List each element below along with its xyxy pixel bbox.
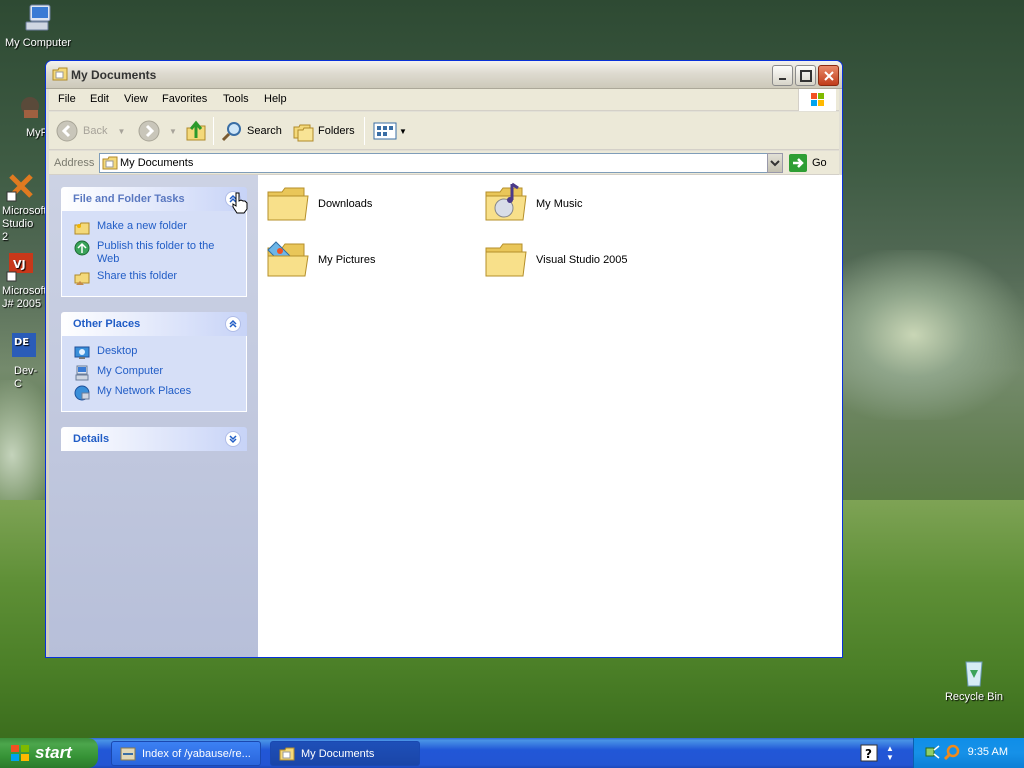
tray-expand-icon[interactable]: ▲ ▼ bbox=[886, 744, 894, 762]
folder-item-visual-studio-2005[interactable]: Visual Studio 2005 bbox=[482, 235, 692, 285]
views-button[interactable]: ▼ bbox=[373, 120, 407, 142]
other-places-header[interactable]: Other Places bbox=[61, 312, 247, 336]
back-arrow-icon bbox=[56, 120, 78, 142]
desktop-icon bbox=[74, 345, 90, 361]
system-tray: 9:35 AM bbox=[913, 738, 1024, 768]
svg-text:DE: DE bbox=[14, 337, 29, 348]
folder-item-my-music[interactable]: My Music bbox=[482, 179, 692, 229]
music-folder-icon bbox=[485, 182, 527, 221]
svg-text:?: ? bbox=[865, 747, 872, 761]
pictures-folder-icon bbox=[267, 241, 309, 277]
new-folder-icon bbox=[74, 220, 90, 236]
folder-item-my-pictures[interactable]: My Pictures bbox=[264, 235, 474, 285]
folder-content: Downloads My Music My Pictures Visual St… bbox=[258, 175, 842, 657]
hand-cursor-icon bbox=[231, 192, 249, 217]
folder-up-icon bbox=[186, 120, 206, 141]
up-button[interactable] bbox=[185, 120, 207, 142]
menu-view[interactable]: View bbox=[124, 93, 148, 105]
share-folder-icon bbox=[74, 270, 90, 286]
back-button[interactable]: Back ▼ bbox=[55, 120, 125, 142]
views-icon bbox=[373, 122, 397, 140]
address-input[interactable]: My Documents bbox=[99, 153, 782, 173]
folders-button[interactable]: Folders bbox=[292, 120, 355, 142]
folder-item-downloads[interactable]: Downloads bbox=[264, 179, 474, 229]
file-folder-tasks-body: Make a new folder Publish this folder to… bbox=[61, 211, 247, 297]
my-network-places-link[interactable]: My Network Places bbox=[74, 385, 246, 401]
folder-icon bbox=[485, 243, 527, 277]
toolbar-separator bbox=[213, 117, 214, 145]
toolbar-separator bbox=[364, 117, 365, 145]
folders-icon bbox=[293, 124, 314, 142]
menu-edit[interactable]: Edit bbox=[90, 93, 109, 105]
help-question-icon[interactable]: ? bbox=[860, 744, 878, 765]
window-title: My Documents bbox=[71, 68, 157, 82]
browser-icon bbox=[120, 746, 136, 762]
close-button[interactable] bbox=[818, 65, 839, 86]
network-tray-icon[interactable] bbox=[924, 744, 940, 763]
start-button[interactable]: start bbox=[0, 738, 98, 768]
menu-tools[interactable]: Tools bbox=[223, 93, 249, 105]
chevron-down-icon bbox=[770, 160, 780, 167]
file-folder-tasks-panel: File and Folder Tasks Make a new folder … bbox=[61, 187, 247, 297]
folder-documents-icon bbox=[102, 156, 118, 170]
menu-favorites[interactable]: Favorites bbox=[162, 93, 207, 105]
clock[interactable]: 9:35 AM bbox=[968, 746, 1008, 758]
wallpaper-sky-glow bbox=[840, 250, 1024, 420]
forward-arrow-icon bbox=[138, 120, 160, 142]
minimize-button[interactable] bbox=[772, 65, 793, 86]
folder-icon bbox=[267, 187, 309, 221]
menu-file[interactable]: File bbox=[58, 93, 76, 105]
details-header[interactable]: Details bbox=[61, 427, 247, 451]
search-tray-icon[interactable] bbox=[943, 744, 960, 763]
taskbar: start Index of /yabause/re... My Documen… bbox=[0, 738, 1024, 768]
svg-text:VJ: VJ bbox=[13, 258, 26, 271]
visual-studio-icon bbox=[5, 170, 37, 202]
taskbar-task-my-documents[interactable]: My Documents bbox=[270, 741, 420, 766]
dev-cpp-icon: DE bbox=[7, 330, 39, 362]
menu-bar: File Edit View Favorites Tools Help bbox=[49, 89, 839, 111]
expand-chevron-icon[interactable] bbox=[225, 431, 241, 447]
my-computer-link[interactable]: My Computer bbox=[74, 365, 246, 381]
toolbar: Back ▼ ▼ Search Folders ▼ bbox=[49, 112, 839, 150]
file-folder-tasks-header[interactable]: File and Folder Tasks bbox=[61, 187, 247, 211]
desktop-icon-my-computer[interactable]: My Computer bbox=[0, 2, 76, 50]
network-places-icon bbox=[74, 385, 90, 401]
make-new-folder-link[interactable]: Make a new folder bbox=[74, 220, 246, 236]
folder-documents-icon bbox=[52, 67, 68, 81]
folder-documents-icon bbox=[279, 746, 295, 762]
menu-help[interactable]: Help bbox=[264, 93, 287, 105]
search-icon bbox=[221, 122, 241, 142]
explorer-window: My Documents File Edit View Favorites To… bbox=[45, 60, 843, 658]
task-pane: File and Folder Tasks Make a new folder … bbox=[49, 175, 258, 657]
windows-flag-icon bbox=[11, 745, 29, 761]
publish-folder-web-link[interactable]: Publish this folder to the Web bbox=[74, 240, 246, 266]
address-label: Address bbox=[54, 157, 95, 169]
address-bar: Address My Documents Go bbox=[49, 151, 839, 175]
go-button[interactable]: Go bbox=[789, 153, 827, 173]
collapse-chevron-icon[interactable] bbox=[225, 316, 241, 332]
address-dropdown-button[interactable] bbox=[767, 153, 783, 173]
windows-logo-icon bbox=[798, 89, 836, 111]
other-places-panel: Other Places Desktop My Computer My Netw… bbox=[61, 312, 247, 412]
desktop-icon-recycle-bin[interactable]: Recycle Bin bbox=[936, 656, 1012, 704]
go-arrow-icon bbox=[789, 154, 807, 172]
forward-button[interactable]: ▼ bbox=[137, 120, 177, 142]
globe-publish-icon bbox=[74, 240, 90, 256]
computer-icon bbox=[22, 2, 54, 34]
other-places-body: Desktop My Computer My Network Places bbox=[61, 336, 247, 412]
computer-icon bbox=[74, 365, 90, 381]
jsharp-icon: VJ bbox=[5, 250, 37, 282]
views-dropdown-icon: ▼ bbox=[399, 126, 407, 136]
share-folder-link[interactable]: Share this folder bbox=[74, 270, 246, 286]
details-panel: Details bbox=[61, 427, 247, 451]
recycle-bin-icon bbox=[958, 656, 990, 688]
taskbar-task-index-of[interactable]: Index of /yabause/re... bbox=[111, 741, 261, 766]
maximize-button[interactable] bbox=[795, 65, 816, 86]
forward-dropdown-icon[interactable]: ▼ bbox=[169, 127, 177, 136]
desktop-link[interactable]: Desktop bbox=[74, 345, 246, 361]
back-dropdown-icon[interactable]: ▼ bbox=[117, 127, 125, 136]
window-titlebar[interactable]: My Documents bbox=[46, 61, 842, 89]
app-shortcut-icon bbox=[14, 92, 46, 124]
search-button[interactable]: Search bbox=[221, 120, 282, 142]
